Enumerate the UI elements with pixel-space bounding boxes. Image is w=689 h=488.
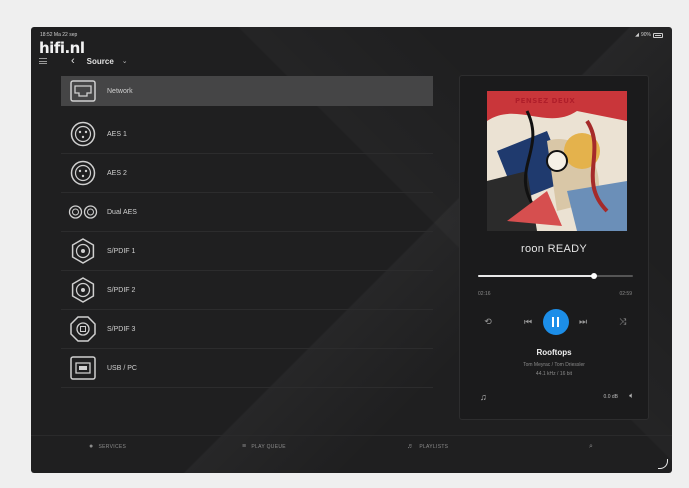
- status-date: Ma 22 sep: [53, 32, 78, 38]
- nav-search[interactable]: ⌕: [589, 443, 598, 451]
- page-title[interactable]: Source: [87, 57, 114, 66]
- total-time: 02:59: [619, 291, 632, 297]
- xlr-connector-icon: [68, 120, 98, 148]
- services-icon: ●: [89, 443, 94, 450]
- progress-fill: [478, 275, 595, 277]
- volume-level[interactable]: 0.0 dB: [604, 394, 618, 400]
- nav-play-queue-label: PLAY QUEUE: [251, 443, 286, 450]
- music-note-icon[interactable]: ♫: [480, 392, 487, 402]
- xlr-connector-icon: [68, 159, 98, 187]
- progress-bar[interactable]: [478, 273, 633, 279]
- usb-b-port-icon: [68, 354, 98, 382]
- progress-knob[interactable]: [591, 273, 598, 279]
- search-icon: ⌕: [589, 442, 594, 450]
- source-item-label: S/PDIF 1: [107, 247, 136, 255]
- source-item-label: Dual AES: [107, 208, 137, 216]
- source-item-s-pdif-3[interactable]: S/PDIF 3: [61, 310, 433, 349]
- nav-services-label: SERVICES: [98, 443, 127, 450]
- play-queue-icon: ≡: [242, 443, 247, 450]
- source-item-s-pdif-2[interactable]: S/PDIF 2: [61, 271, 433, 310]
- source-item-label: AES 1: [107, 130, 127, 138]
- source-item-label: S/PDIF 2: [107, 286, 136, 294]
- coax-connector-icon: [68, 276, 98, 304]
- nav-play-queue[interactable]: ≡ PLAY QUEUE: [242, 443, 286, 450]
- nav-playlists[interactable]: ♬ PLAYLISTS: [407, 443, 448, 450]
- source-item-usb-pc[interactable]: USB / PC: [61, 349, 433, 388]
- source-item-s-pdif-1[interactable]: S/PDIF 1: [61, 232, 433, 271]
- transport-controls: ⟲ ⏮ ⏭ ⤨: [478, 304, 633, 340]
- chevron-down-icon[interactable]: ⌄: [122, 57, 128, 65]
- corner-logo-mark: [658, 459, 668, 469]
- bottom-navigation: ● SERVICES ≡ PLAY QUEUE ♬ PLAYLISTS ⌕: [31, 435, 672, 457]
- previous-track-icon[interactable]: ⏮: [524, 317, 532, 328]
- source-item-aes-2[interactable]: AES 2: [61, 154, 433, 193]
- speaker-icon[interactable]: 🔈︎: [629, 391, 634, 401]
- battery-percent: 90%: [640, 32, 651, 38]
- hamburger-menu-icon[interactable]: [39, 58, 47, 64]
- status-bar: 18:52 Ma 22 sep ◢ 90%: [31, 31, 672, 41]
- elapsed-time: 02:16: [478, 291, 491, 297]
- next-track-icon[interactable]: ⏭: [579, 317, 587, 328]
- optical-connector-icon: [68, 315, 98, 343]
- source-item-network[interactable]: Network: [61, 76, 433, 106]
- source-item-label: S/PDIF 3: [107, 325, 136, 333]
- coax-connector-icon: [68, 237, 98, 265]
- nav-playlists-label: PLAYLISTS: [419, 443, 449, 450]
- dual-xlr-icon: [68, 198, 98, 226]
- album-art-graphic: [487, 91, 627, 231]
- track-artist: Tom Meyrac / Tom Driessler: [523, 362, 585, 368]
- pause-button[interactable]: [542, 309, 569, 335]
- back-chevron-icon[interactable]: ‹: [71, 55, 75, 67]
- source-item-dual-aes[interactable]: Dual AES: [61, 193, 433, 232]
- shuffle-icon[interactable]: ⤨: [619, 317, 626, 328]
- source-item-label: AES 2: [107, 169, 127, 177]
- track-format: 44.1 kHz / 16 bit: [535, 371, 573, 377]
- source-item-label: Network: [107, 87, 133, 95]
- top-bar: ‹ Source ⌄: [39, 55, 128, 67]
- track-title: Rooftops: [536, 348, 572, 357]
- tablet-screen: 18:52 Ma 22 sep ◢ 90% hifi.nl ‹ Source ⌄…: [31, 27, 672, 473]
- status-time: 18:52 Ma 22 sep: [40, 32, 77, 38]
- now-playing-panel: PENSEZ DEUX roon READY 02:16 02:59 ⟲ ⏮ ⏭…: [459, 75, 649, 420]
- playlists-icon: ♬: [407, 443, 415, 450]
- status-clock: 18:52: [40, 32, 53, 38]
- status-right: ◢ 90%: [635, 32, 663, 38]
- repeat-icon[interactable]: ⟲: [484, 317, 492, 328]
- album-art[interactable]: PENSEZ DEUX: [487, 91, 627, 231]
- album-title-text: PENSEZ DEUX: [515, 97, 576, 105]
- nav-services[interactable]: ● SERVICES: [89, 443, 126, 450]
- source-list: Network AES 1 AES 2 Dual AES S/PDIF 1 S/PDIF …: [61, 76, 433, 388]
- battery-icon: [653, 32, 663, 38]
- ethernet-port-icon: [68, 77, 98, 105]
- wifi-icon: ◢: [635, 32, 639, 38]
- source-item-label: USB / PC: [107, 364, 137, 372]
- roon-ready-logo: roon READY: [521, 243, 587, 255]
- source-item-aes-1[interactable]: AES 1: [61, 115, 433, 154]
